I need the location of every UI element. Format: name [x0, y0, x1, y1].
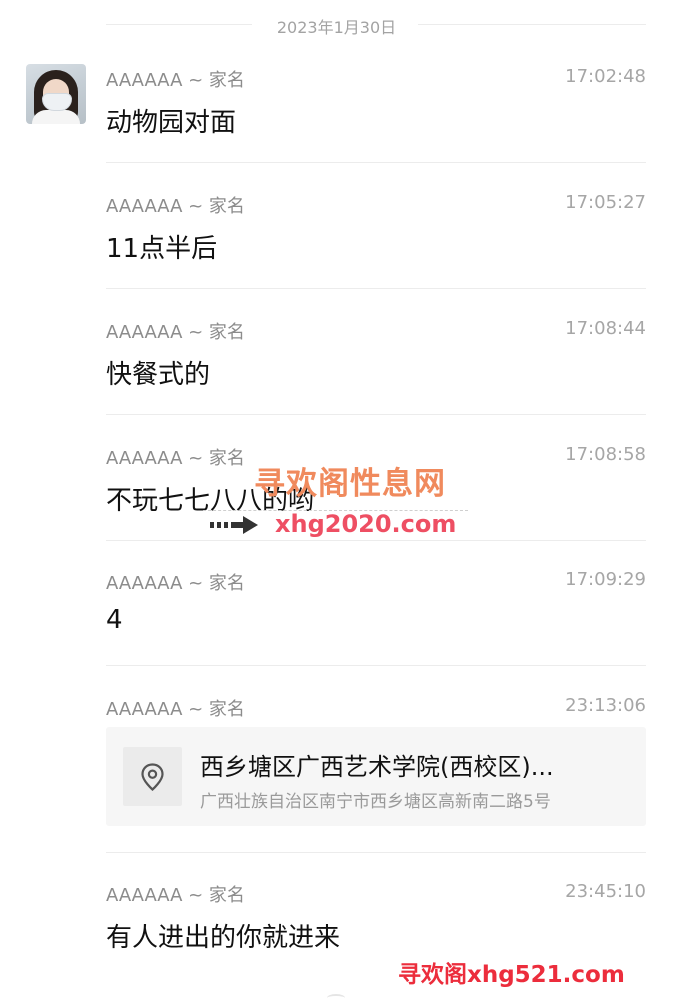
- date-label: 2023年1月30日: [276, 18, 397, 37]
- message-time: 17:05:27: [565, 192, 646, 213]
- arrow-right-icon: [210, 514, 260, 540]
- sender-name: AAAAAA ~ 家名: [106, 196, 245, 217]
- message-time: 17:08:58: [565, 444, 646, 465]
- location-address: 广西壮族自治区南宁市西乡塘区高新南二路5号: [200, 792, 551, 812]
- message-separator: [106, 414, 646, 415]
- sender-name: AAAAAA ~ 家名: [106, 322, 245, 343]
- sender-name: AAAAAA ~ 家名: [106, 885, 245, 906]
- message-text: 快餐式的: [106, 360, 211, 390]
- watermark-text: 寻欢阁性息网: [254, 466, 446, 502]
- message-text: 11点半后: [106, 234, 218, 264]
- message-text: 有人进出的你就进来: [106, 923, 341, 953]
- sender-name: AAAAAA ~ 家名: [106, 699, 245, 720]
- location-card[interactable]: 西乡塘区广西艺术学院(西校区)... 广西壮族自治区南宁市西乡塘区高新南二路5号: [106, 727, 646, 826]
- watermark-url: xhg2020.com: [275, 510, 457, 538]
- message-time: 17:02:48: [565, 66, 646, 87]
- location-pin-icon: [123, 747, 182, 806]
- sender-name: AAAAAA ~ 家名: [106, 70, 245, 91]
- message-separator: [106, 540, 646, 541]
- message-time: 17:08:44: [565, 318, 646, 339]
- message-time: 23:13:06: [565, 695, 646, 716]
- divider: [418, 24, 646, 25]
- sender-name: AAAAAA ~ 家名: [106, 573, 245, 594]
- location-title: 西乡塘区广西艺术学院(西校区)...: [200, 753, 554, 781]
- avatar[interactable]: [26, 64, 86, 124]
- scroll-indicator: [327, 994, 345, 1002]
- message-separator: [106, 162, 646, 163]
- message-separator: [106, 852, 646, 853]
- message-time: 17:09:29: [565, 569, 646, 590]
- message-separator: [106, 665, 646, 666]
- message-text: 动物园对面: [106, 108, 237, 138]
- message-text: 4: [106, 605, 123, 635]
- message-separator: [106, 288, 646, 289]
- watermark-footer: 寻欢阁xhg521.com: [398, 962, 625, 988]
- date-header: 2023年1月30日: [0, 0, 673, 50]
- message-time: 23:45:10: [565, 881, 646, 902]
- sender-name: AAAAAA ~ 家名: [106, 448, 245, 469]
